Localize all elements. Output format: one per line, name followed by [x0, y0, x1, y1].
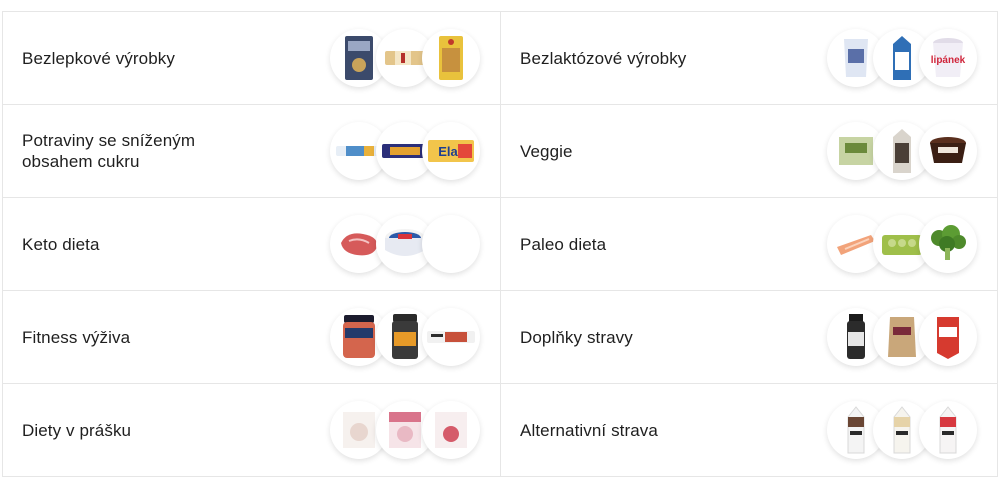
svg-text:Ela: Ela	[438, 144, 458, 159]
bread-package-icon	[422, 29, 480, 87]
category-thumbnails: Ela	[330, 122, 480, 180]
protein-bar-icon	[422, 308, 480, 366]
category-label: Bezlaktózové výrobky	[520, 48, 687, 68]
category-thumbnails	[330, 308, 480, 366]
category-label: Bezlepkové výrobky	[22, 48, 175, 68]
chocolate-dessert-icon	[919, 122, 977, 180]
category-label: Fitness výživa	[22, 327, 131, 347]
broccoli-icon	[919, 215, 977, 273]
wafer-pack-icon: Ela	[422, 122, 480, 180]
category-thumbnails	[330, 29, 480, 87]
category-keto[interactable]: Keto dieta	[2, 198, 500, 291]
category-thumbnails	[827, 122, 977, 180]
category-gluten-free[interactable]: Bezlepkové výrobky	[2, 12, 500, 105]
pudding-cup-icon: lipánek	[919, 29, 977, 87]
category-diet-powder[interactable]: Diety v prášku	[2, 384, 500, 477]
category-paleo[interactable]: Paleo dieta	[500, 198, 998, 291]
svg-text:lipánek: lipánek	[931, 55, 966, 66]
category-thumbnails	[827, 308, 977, 366]
category-veggie[interactable]: Veggie	[500, 105, 998, 198]
category-thumbnails	[330, 215, 480, 273]
category-label: Alternativní strava	[520, 420, 658, 440]
energy-gel-icon	[919, 308, 977, 366]
diet-categories-grid: Bezlepkové výrobky Bezlaktózové výrobky …	[2, 11, 998, 477]
category-label: Keto dieta	[22, 234, 100, 254]
category-alternative-food[interactable]: Alternativní strava	[500, 384, 998, 477]
category-label: Veggie	[520, 141, 573, 161]
empty-icon	[422, 215, 480, 273]
meal-shake-strawberry-icon	[919, 401, 977, 459]
category-label: Diety v prášku	[22, 420, 132, 440]
category-thumbnails: lipánek	[827, 29, 977, 87]
category-lactose-free[interactable]: Bezlaktózové výrobky lipánek	[500, 12, 998, 105]
category-label: Doplňky stravy	[520, 327, 633, 347]
category-thumbnails	[827, 215, 977, 273]
category-supplements[interactable]: Doplňky stravy	[500, 291, 998, 384]
category-reduced-sugar[interactable]: Potraviny se sníženým obsahem cukru Ela	[2, 105, 500, 198]
category-label: Paleo dieta	[520, 234, 607, 254]
category-label: Potraviny se sníženým obsahem cukru	[22, 131, 196, 171]
diet-powder-box-red-icon	[422, 401, 480, 459]
category-fitness[interactable]: Fitness výživa	[2, 291, 500, 384]
category-thumbnails	[827, 401, 977, 459]
category-thumbnails	[330, 401, 480, 459]
